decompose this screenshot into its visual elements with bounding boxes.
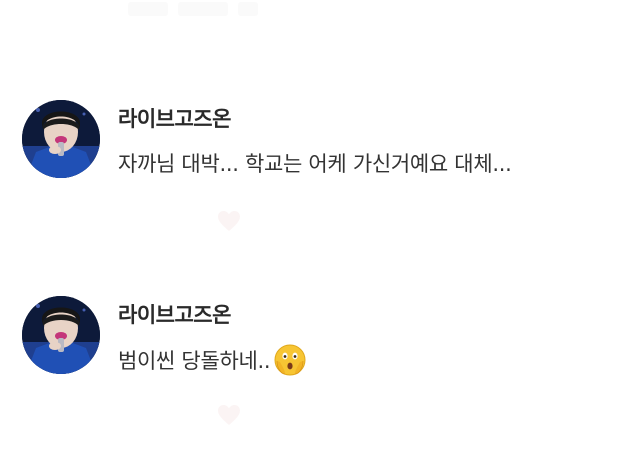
comment-item: 라이브고즈온 범이씬 당돌하네.. [22, 296, 612, 388]
heart-icon[interactable] [217, 210, 241, 232]
faded-previous-content [128, 2, 258, 20]
avatar-photo [22, 100, 100, 178]
comment-author[interactable]: 라이브고즈온 [118, 299, 231, 329]
avatar[interactable] [22, 296, 100, 374]
comment-item: 라이브고즈온 자까님 대박... 학교는 어케 가신거예요 대체... [22, 100, 612, 192]
comment-author[interactable]: 라이브고즈온 [118, 103, 231, 133]
comment-text: 범이씬 당돌하네.. [118, 344, 306, 376]
heart-icon[interactable] [217, 404, 241, 426]
avatar-photo [22, 296, 100, 374]
comment-text-content: 자까님 대박... 학교는 어케 가신거예요 대체... [118, 152, 512, 176]
shocked-face-emoji-icon [274, 344, 306, 376]
comment-text: 자까님 대박... 학교는 어케 가신거예요 대체... [118, 148, 512, 178]
avatar[interactable] [22, 100, 100, 178]
comment-text-content: 범이씬 당돌하네.. [118, 349, 271, 373]
